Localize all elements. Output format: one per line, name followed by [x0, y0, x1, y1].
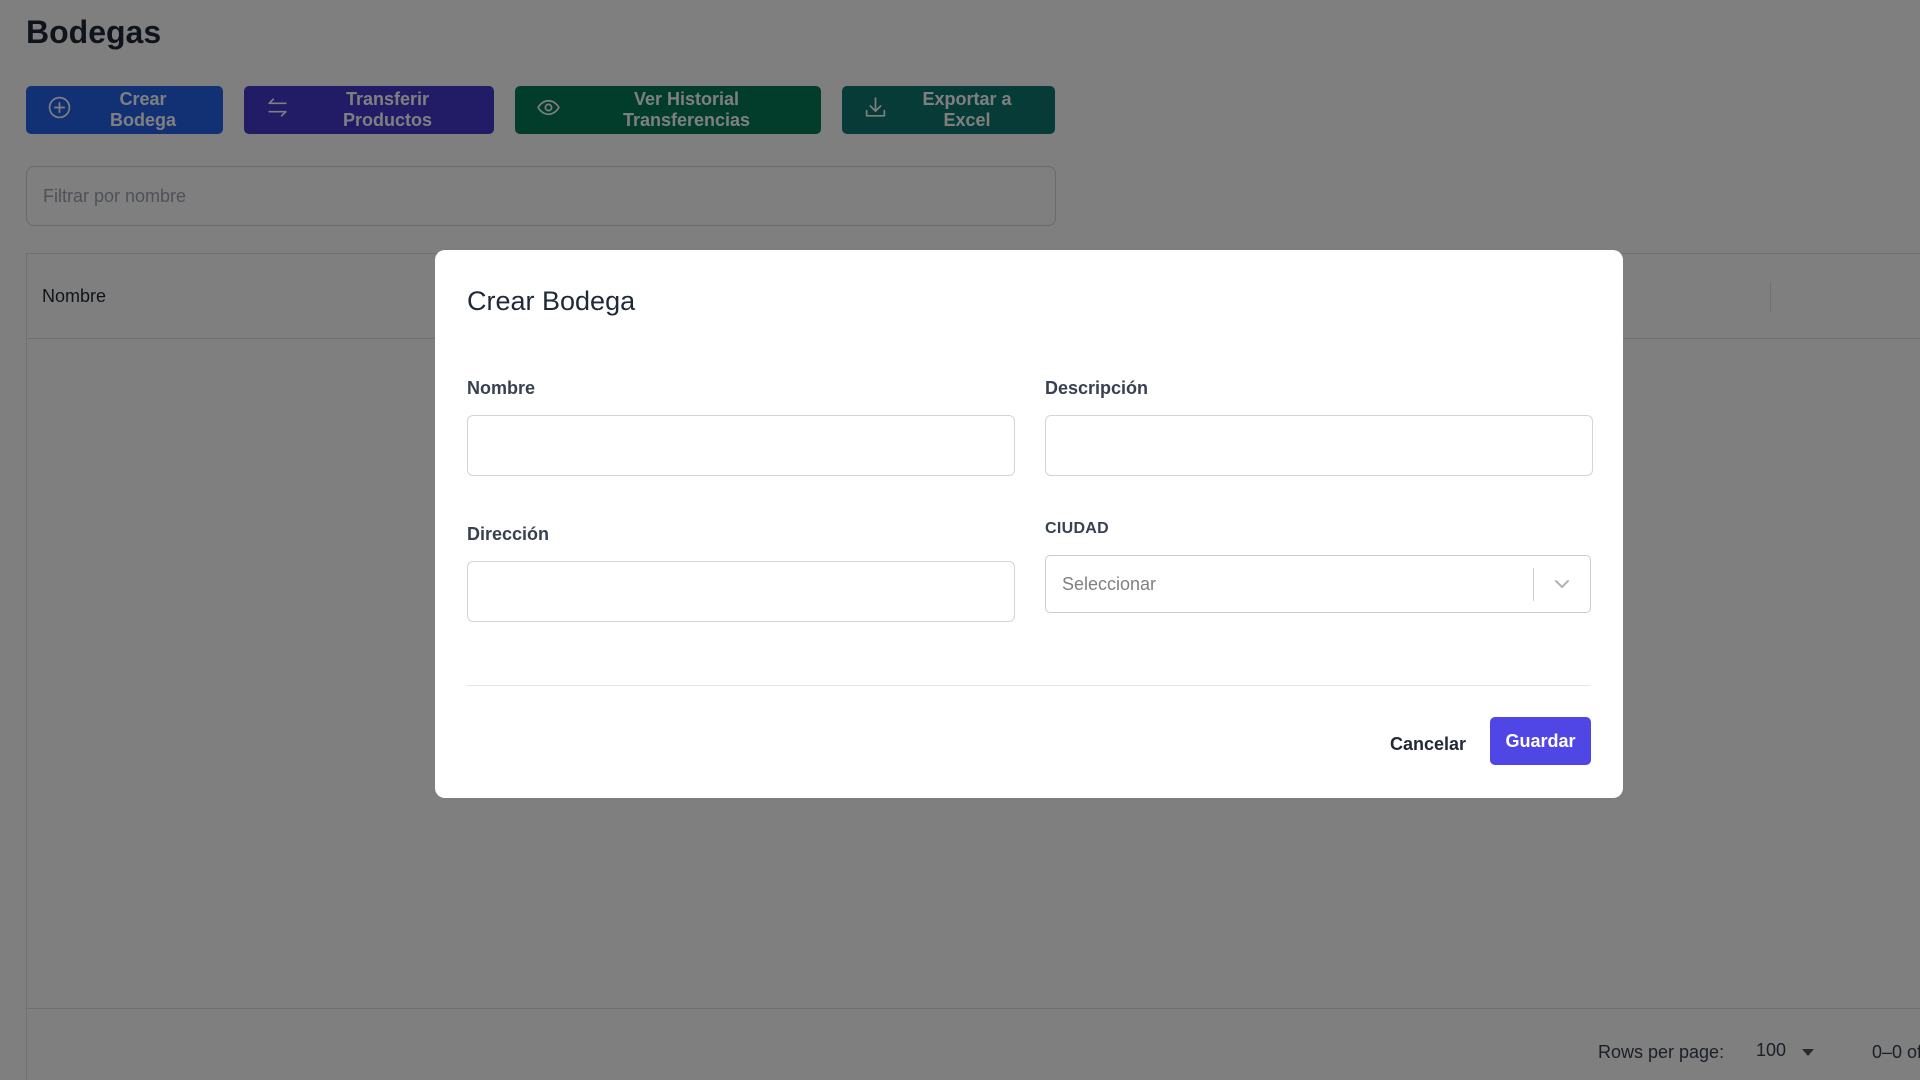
dialog-title: Crear Bodega	[467, 286, 636, 316]
nombre-label: Nombre	[467, 378, 536, 398]
descripcion-label: Descripción	[1045, 378, 1149, 398]
direccion-field[interactable]	[467, 561, 1015, 622]
ciudad-select[interactable]: Seleccionar	[1045, 555, 1591, 613]
ciudad-label: CIUDAD	[1045, 520, 1110, 537]
nombre-field[interactable]	[467, 415, 1015, 476]
page: Bodegas Crear Bodega Transferir Producto…	[0, 0, 1920, 1080]
create-bodega-dialog: Crear Bodega Nombre Descripción Direcció…	[435, 250, 1623, 798]
chevron-down-icon[interactable]	[1534, 556, 1590, 612]
descripcion-field[interactable]	[1045, 415, 1593, 476]
dialog-divider	[467, 685, 1591, 686]
ciudad-select-placeholder: Seleccionar	[1062, 573, 1157, 594]
direccion-label: Dirección	[467, 524, 550, 544]
save-button[interactable]: Guardar	[1490, 717, 1591, 765]
cancel-button[interactable]: Cancelar	[1378, 720, 1478, 768]
